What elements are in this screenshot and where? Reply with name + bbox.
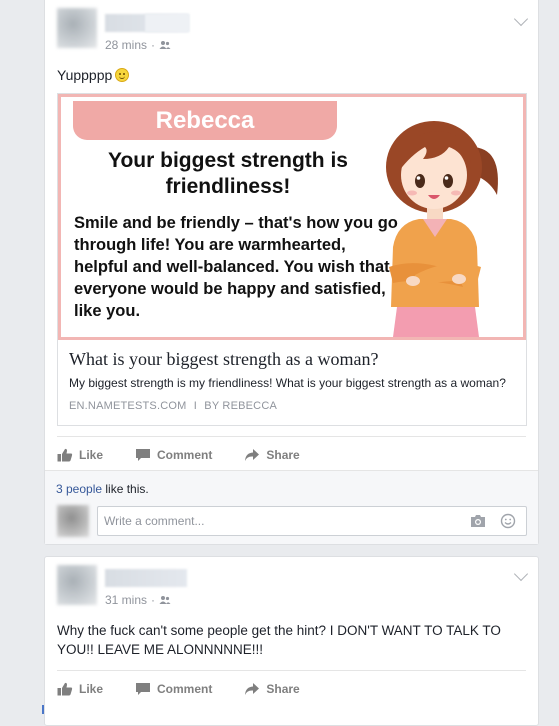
friends-audience-icon[interactable]	[159, 595, 171, 605]
like-button[interactable]: Like	[57, 682, 103, 696]
share-button[interactable]: Share	[244, 681, 300, 696]
chevron-down-icon[interactable]	[513, 566, 529, 582]
smiley-emoji	[115, 68, 130, 82]
author-avatar[interactable]	[57, 565, 97, 605]
comment-icon	[136, 448, 151, 461]
comment-button[interactable]: Comment	[135, 448, 212, 462]
share-icon	[245, 682, 260, 695]
link-byline: BY REBECCA	[204, 400, 278, 412]
feed-post: 31 mins · Why the fuck can't some people…	[44, 556, 539, 726]
left-scroll-indicator	[42, 705, 44, 714]
link-description: My biggest strength is my friendliness! …	[69, 376, 506, 390]
comment-icon	[136, 682, 151, 695]
like-label: Like	[79, 681, 104, 696]
comment-button[interactable]: Comment	[135, 682, 212, 696]
feed-post: 28 mins · Yuppppp Rebecca Your biggest s…	[44, 0, 539, 545]
likes-summary: 3 people like this.	[56, 482, 149, 496]
image-body-text: Smile and be friendly – that's how you g…	[74, 214, 398, 320]
link-preview-image[interactable]: Rebecca Your biggest strength is friendl…	[58, 94, 526, 340]
author-avatar[interactable]	[57, 8, 97, 48]
link-preview[interactable]: Rebecca Your biggest strength is friendl…	[57, 93, 527, 426]
comment-label: Comment	[157, 447, 213, 462]
likes-count-link[interactable]: 3 people	[56, 482, 102, 496]
share-button[interactable]: Share	[244, 447, 300, 462]
comment-input[interactable]	[98, 507, 458, 535]
comment-composer[interactable]	[97, 506, 527, 536]
post-timestamp[interactable]: 31 mins	[105, 593, 147, 607]
friends-audience-icon[interactable]	[159, 40, 171, 50]
author-name-extra	[145, 14, 189, 32]
comments-section: 3 people like this.	[45, 470, 538, 544]
share-label: Share	[266, 447, 300, 462]
cartoon-girl-illustration	[386, 121, 498, 337]
share-label: Share	[266, 681, 300, 696]
post-message: Why the fuck can't some people get the h…	[57, 623, 501, 657]
share-icon	[245, 448, 260, 461]
post-message: Yuppppp	[57, 67, 113, 83]
likes-suffix: like this.	[102, 482, 149, 496]
like-label: Like	[79, 447, 104, 462]
link-source: EN.NAMETESTS.COM I BY REBECCA	[69, 400, 277, 412]
link-title[interactable]: What is your biggest strength as a woman…	[69, 349, 378, 370]
post-timestamp[interactable]: 28 mins	[105, 38, 147, 52]
like-icon	[57, 448, 73, 461]
comment-label: Comment	[157, 681, 213, 696]
camera-icon[interactable]	[470, 514, 486, 528]
post-action-bar: Like Comment Share	[57, 436, 526, 472]
meta-separator: ·	[151, 38, 156, 52]
post-meta: 31 mins ·	[105, 593, 171, 607]
author-name[interactable]	[105, 569, 187, 587]
post-text: Yuppppp	[57, 66, 526, 85]
post-meta: 28 mins ·	[105, 38, 171, 52]
like-button[interactable]: Like	[57, 448, 103, 462]
like-icon	[57, 682, 73, 695]
image-name-banner: Rebecca	[73, 101, 337, 140]
meta-separator: ·	[151, 593, 156, 607]
chevron-down-icon[interactable]	[513, 11, 529, 27]
post-action-bar: Like Comment Share	[57, 670, 526, 706]
image-headline: Your biggest strength is friendliness!	[108, 149, 348, 198]
link-separator: I	[193, 400, 198, 412]
emoji-icon[interactable]	[500, 513, 516, 529]
commenter-avatar[interactable]	[57, 505, 89, 537]
link-domain: EN.NAMETESTS.COM	[69, 400, 187, 412]
